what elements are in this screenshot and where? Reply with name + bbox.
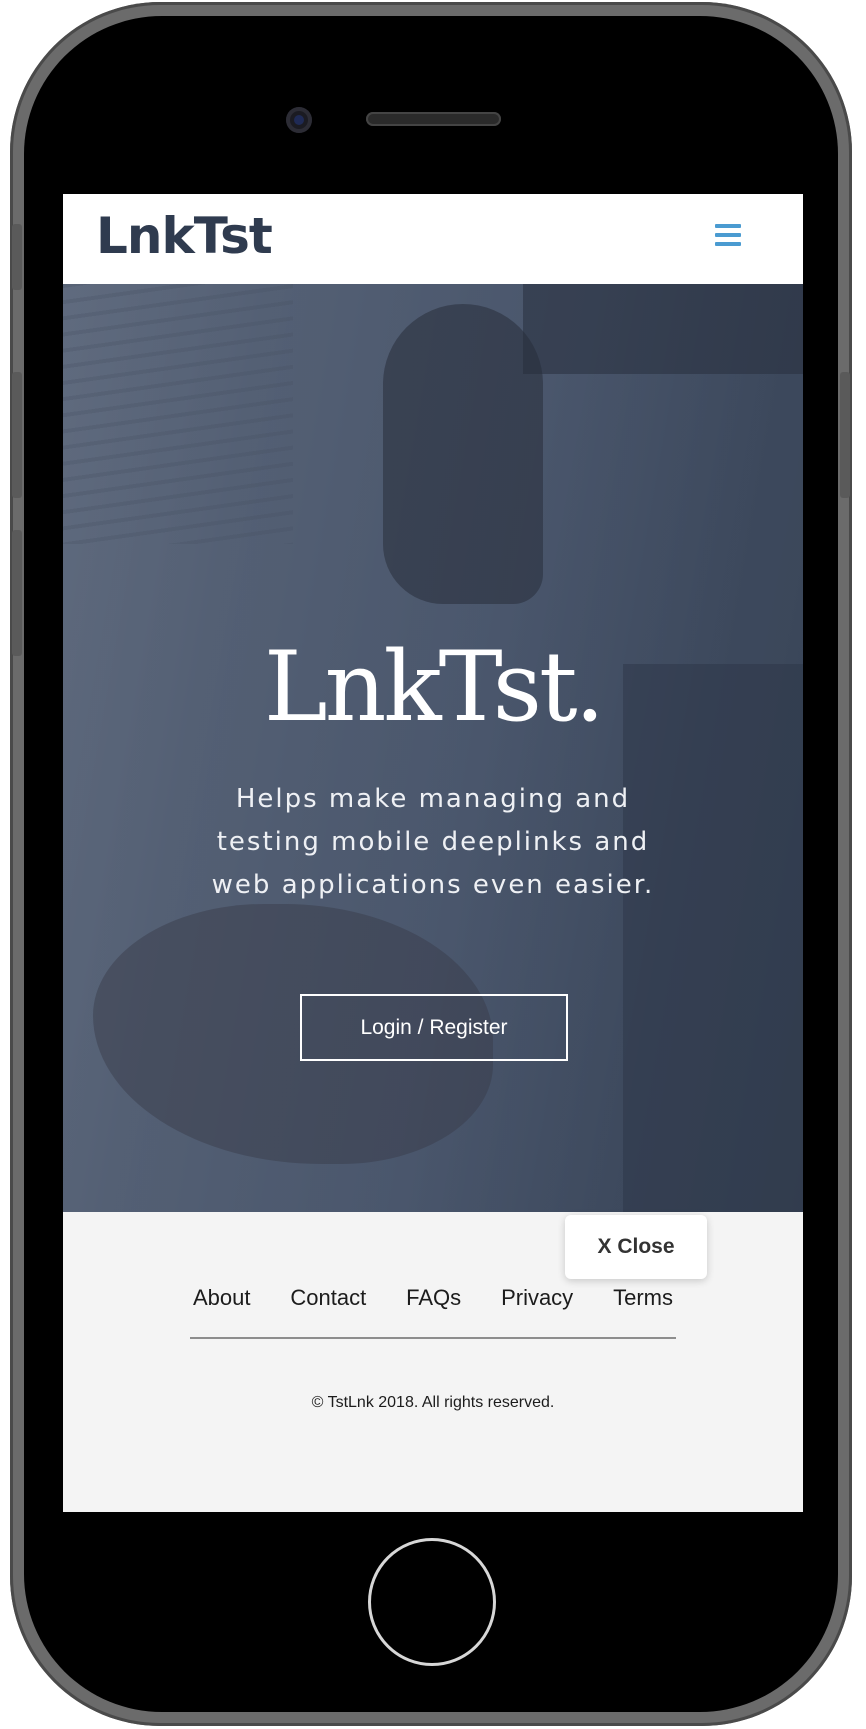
brand-logo[interactable]: LnkTst — [96, 206, 273, 266]
footer-link-about[interactable]: About — [193, 1285, 251, 1311]
login-register-button[interactable]: Login / Register — [300, 994, 568, 1061]
menu-bar — [715, 233, 741, 237]
footer-nav: About Contact FAQs Privacy Terms — [193, 1278, 673, 1318]
earpiece-speaker — [366, 112, 501, 126]
hero-title: LnkTst. — [263, 631, 605, 743]
footer-link-faqs[interactable]: FAQs — [406, 1285, 461, 1311]
hero-subtitle: Helps make managing and testing mobile d… — [211, 784, 655, 900]
home-button[interactable] — [368, 1538, 496, 1666]
hero-background-image — [523, 284, 803, 374]
hero-section: LnkTst. Helps make managing and testing … — [63, 284, 803, 1212]
hero-background-image — [623, 664, 803, 1212]
volume-down-button — [12, 530, 22, 656]
menu-bar — [715, 242, 741, 246]
footer-link-privacy[interactable]: Privacy — [501, 1285, 573, 1311]
volume-up-button — [12, 372, 22, 498]
footer-link-contact[interactable]: Contact — [290, 1285, 366, 1311]
power-button — [840, 372, 850, 498]
footer-divider — [190, 1337, 676, 1339]
copyright-text: © TstLnk 2018. All rights reserved. — [311, 1394, 555, 1411]
phone-screen: LnkTst LnkTst. Helps make managing and t… — [63, 194, 803, 1512]
mute-switch — [12, 224, 22, 290]
hero-background-image — [383, 304, 543, 604]
close-button[interactable]: X Close — [565, 1215, 707, 1279]
menu-bar — [715, 224, 741, 228]
footer-link-terms[interactable]: Terms — [613, 1285, 673, 1311]
hero-background-image — [63, 284, 293, 544]
front-camera-icon — [286, 107, 312, 133]
navbar: LnkTst — [63, 194, 803, 284]
hamburger-menu-icon[interactable] — [715, 224, 741, 246]
